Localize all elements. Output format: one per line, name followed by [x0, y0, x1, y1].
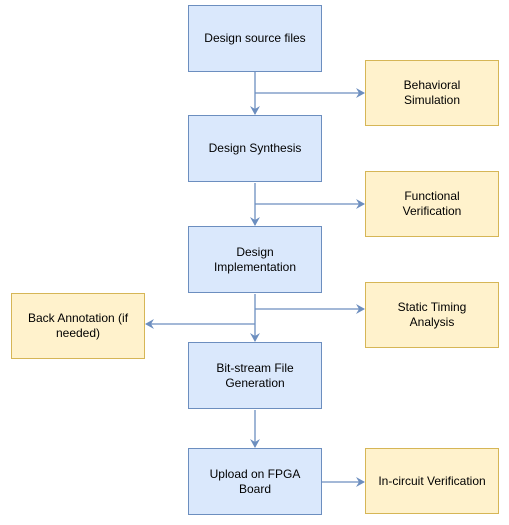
step-label: Upload on FPGA Board	[209, 466, 301, 496]
check-static-timing-analysis: Static Timing Analysis	[365, 282, 499, 348]
step-design-synthesis: Design Synthesis	[188, 115, 322, 182]
step-upload-fpga: Upload on FPGA Board	[188, 448, 322, 515]
back-annotation-label: Back Annotation (if needed)	[27, 311, 129, 340]
back-annotation: Back Annotation (if needed)	[11, 293, 145, 359]
check-behavioral-simulation: Behavioral Simulation	[365, 60, 499, 126]
check-label: Functional Verification	[402, 189, 462, 218]
step-bitstream-generation: Bit-stream File Generation	[188, 342, 322, 409]
step-label: Bit-stream File Generation	[216, 360, 294, 390]
check-label: Behavioral Simulation	[403, 78, 461, 107]
check-functional-verification: Functional Verification	[365, 171, 499, 237]
step-label: Design Synthesis	[208, 141, 302, 155]
step-design-source-files: Design source files	[188, 5, 322, 72]
check-label: Static Timing Analysis	[397, 300, 467, 329]
check-label: In-circuit Verification	[378, 473, 486, 488]
step-label: Design source files	[204, 31, 306, 45]
step-design-implementation: Design Implementation	[188, 226, 322, 293]
check-in-circuit-verification: In-circuit Verification	[365, 448, 499, 514]
step-label: Design Implementation	[213, 244, 297, 274]
